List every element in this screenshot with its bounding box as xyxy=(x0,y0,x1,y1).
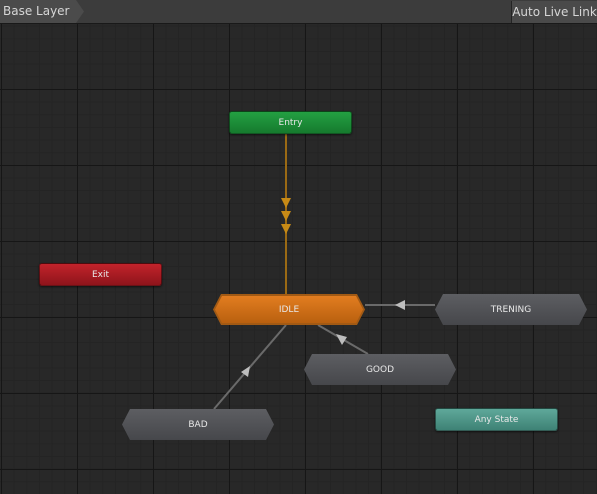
transition-arrow-default-2 xyxy=(281,211,291,221)
state-good[interactable]: GOOD xyxy=(304,354,456,385)
transition-arrow-good xyxy=(336,334,347,345)
any-state-node[interactable]: Any State xyxy=(435,408,558,431)
state-bad[interactable]: BAD xyxy=(122,409,274,440)
state-idle-label: IDLE xyxy=(215,296,363,323)
entry-node[interactable]: Entry xyxy=(229,111,352,134)
transition-arrow-default-3 xyxy=(281,224,291,234)
transition-arrow-trening xyxy=(395,300,405,310)
transition-arrow-default-1 xyxy=(281,198,291,208)
state-trening[interactable]: TRENING xyxy=(435,294,587,325)
transition-bad-idle[interactable] xyxy=(213,324,287,410)
state-idle-default[interactable]: IDLE xyxy=(213,294,365,325)
exit-node[interactable]: Exit xyxy=(39,263,162,286)
